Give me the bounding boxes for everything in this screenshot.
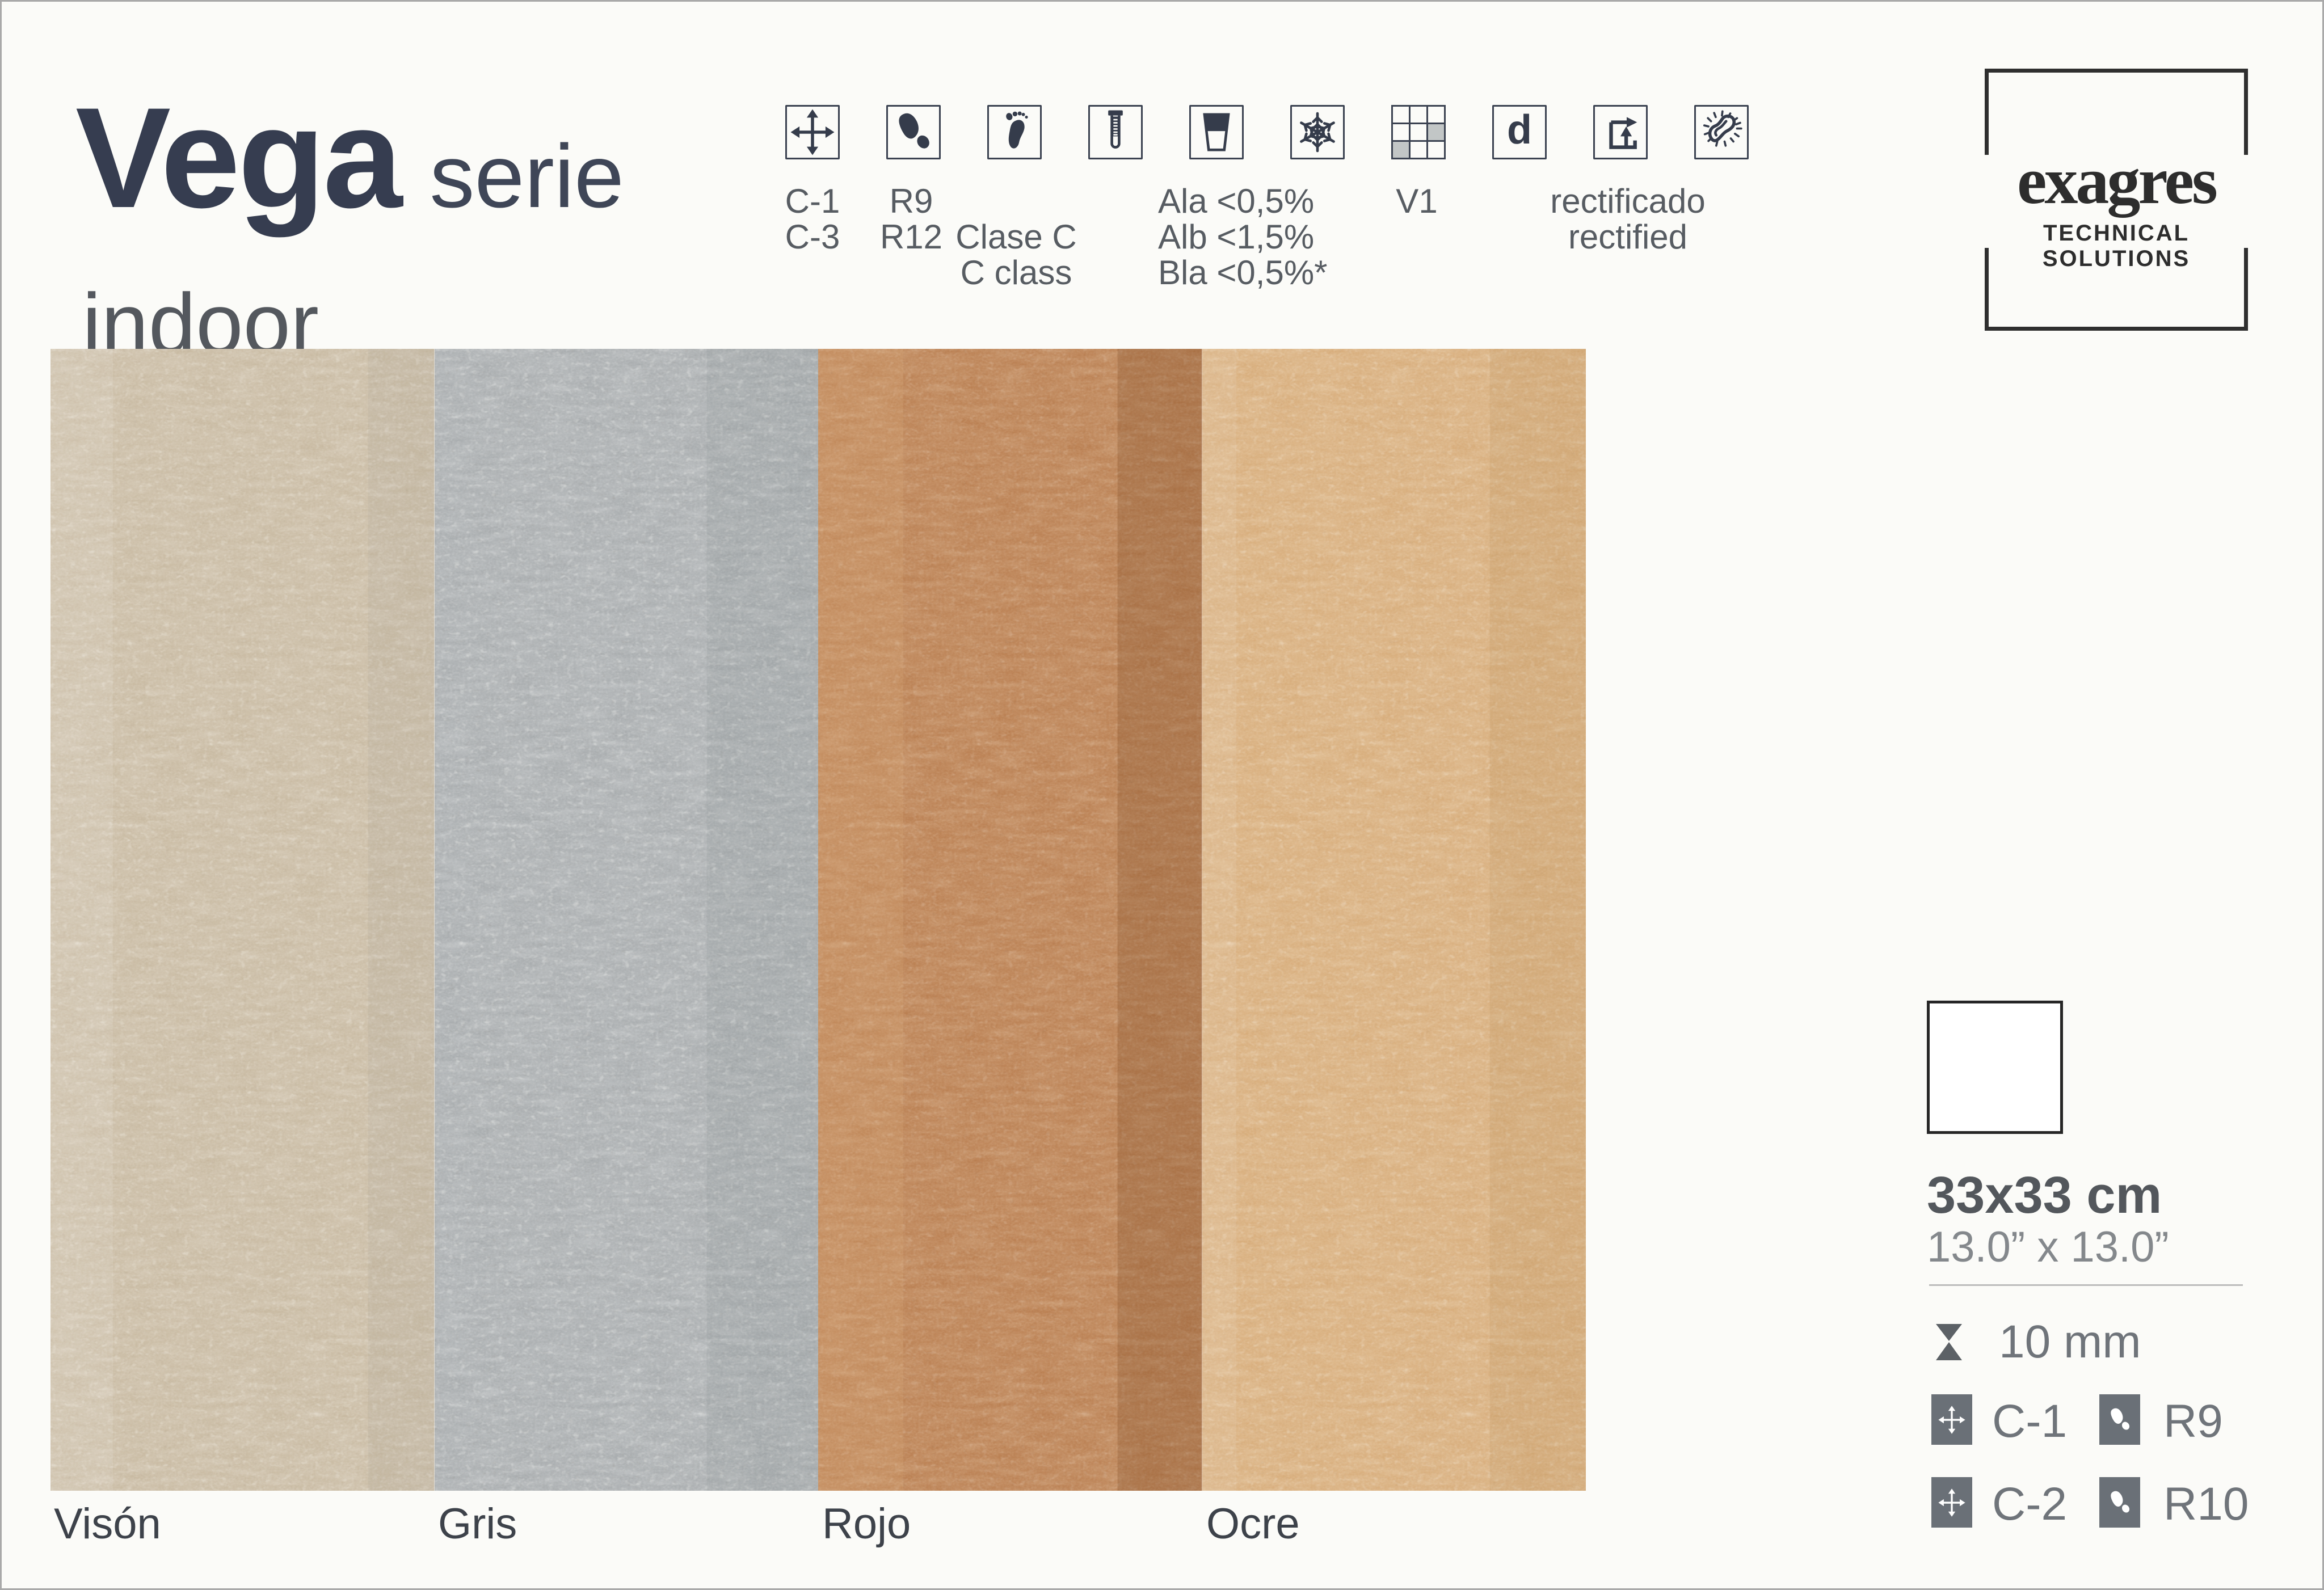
- series-name: Vega: [75, 87, 400, 230]
- swatch-gris: [435, 349, 819, 1491]
- rectified-icon: [1595, 107, 1645, 157]
- size-inch: 13.0” x 13.0”: [1927, 1226, 2169, 1269]
- density-cert-box: d: [1492, 105, 1547, 159]
- expand-arrows-icon: [1936, 1487, 1967, 1518]
- slip-shoe-cert-box: [886, 105, 941, 159]
- rectified-cert-box: [1593, 105, 1648, 159]
- bacteria-icon: [1696, 107, 1746, 157]
- swatch-label-gris: Gris: [438, 1503, 517, 1546]
- expand-arrows-icon: [1936, 1405, 1967, 1435]
- expansion-cert-box: [785, 105, 840, 159]
- shoe-print-icon: [2104, 1487, 2135, 1518]
- slip-barefoot-cert-box: [987, 105, 1042, 159]
- label-line: V1: [1303, 183, 1530, 219]
- frost-cert-box: [1290, 105, 1345, 159]
- barefoot-print-icon: [990, 107, 1039, 157]
- rating-expansion-2-value: C-2: [1992, 1481, 2067, 1528]
- letter-d-icon: d: [1507, 109, 1532, 150]
- test-tube-icon: [1091, 107, 1140, 157]
- swatch-gris-texture: [435, 349, 819, 1491]
- swatch-strip: [50, 349, 1586, 1491]
- swatch-ocre: [1202, 349, 1586, 1491]
- rating-expansion-1-value: C-1: [1992, 1398, 2067, 1445]
- label-line: Alb <1,5%: [1158, 219, 1385, 255]
- brand-name: exagres: [1985, 142, 2248, 220]
- swatch-label-rojo: Rojo: [822, 1503, 911, 1546]
- chemical-cert-box: [1088, 105, 1143, 159]
- shoe-print-icon: [889, 107, 938, 157]
- rating-expansion-1-square: [1931, 1394, 1972, 1445]
- rectified-labels: rectificado rectified: [1514, 183, 1741, 255]
- swatch-vison-texture: [50, 349, 435, 1491]
- label-line: rectificado: [1514, 183, 1741, 219]
- rating-slip-2-value: R10: [2163, 1481, 2249, 1528]
- rating-slip-1-square: [2099, 1394, 2140, 1445]
- absorption-cert-box: [1189, 105, 1244, 159]
- swatch-rojo-texture: [818, 349, 1202, 1491]
- shoe-print-icon: [2104, 1405, 2135, 1435]
- expand-arrows-icon: [788, 107, 837, 157]
- beaker-icon: [1192, 107, 1241, 157]
- brand-tagline: TECHNICAL SOLUTIONS: [1985, 221, 2248, 272]
- label-line: Bla <0,5%*: [1158, 255, 1385, 290]
- page-title: Vega serie: [75, 87, 624, 230]
- rating-slip-2-square: [2099, 1477, 2140, 1528]
- label-line: R9: [798, 183, 1025, 219]
- shade-variation-label: V1: [1303, 183, 1530, 219]
- tile-format-square: [1927, 1001, 2063, 1134]
- thickness-value: 10 mm: [1999, 1319, 2141, 1365]
- snowflake-icon: [1292, 107, 1342, 157]
- label-line: C class: [903, 255, 1130, 290]
- catalog-page: Vega serie indoor acabados.finishes: [0, 0, 2324, 1590]
- specs-divider: [1929, 1284, 2243, 1286]
- label-line: Clase C: [903, 219, 1130, 255]
- label-line: rectified: [1514, 219, 1741, 255]
- rating-expansion-2-square: [1931, 1477, 1972, 1528]
- rating-slip-1-value: R9: [2163, 1398, 2223, 1445]
- swatch-vison: [50, 349, 435, 1491]
- swatch-label-ocre: Ocre: [1206, 1503, 1300, 1546]
- swatch-rojo: [818, 349, 1202, 1491]
- size-cm: 33x33 cm: [1927, 1169, 2162, 1221]
- thickness-hourglass-icon: [1935, 1323, 1963, 1361]
- shade-variation-grid-icon: [1391, 105, 1446, 159]
- series-suffix: serie: [430, 132, 624, 221]
- brand-logo: exagres TECHNICAL SOLUTIONS: [1985, 69, 2248, 331]
- swatch-ocre-texture: [1202, 349, 1586, 1491]
- swatch-label-vison: Visón: [54, 1503, 161, 1546]
- slip-barefoot-labels: Clase C C class: [903, 219, 1130, 290]
- antibacterial-cert-box: [1694, 105, 1749, 159]
